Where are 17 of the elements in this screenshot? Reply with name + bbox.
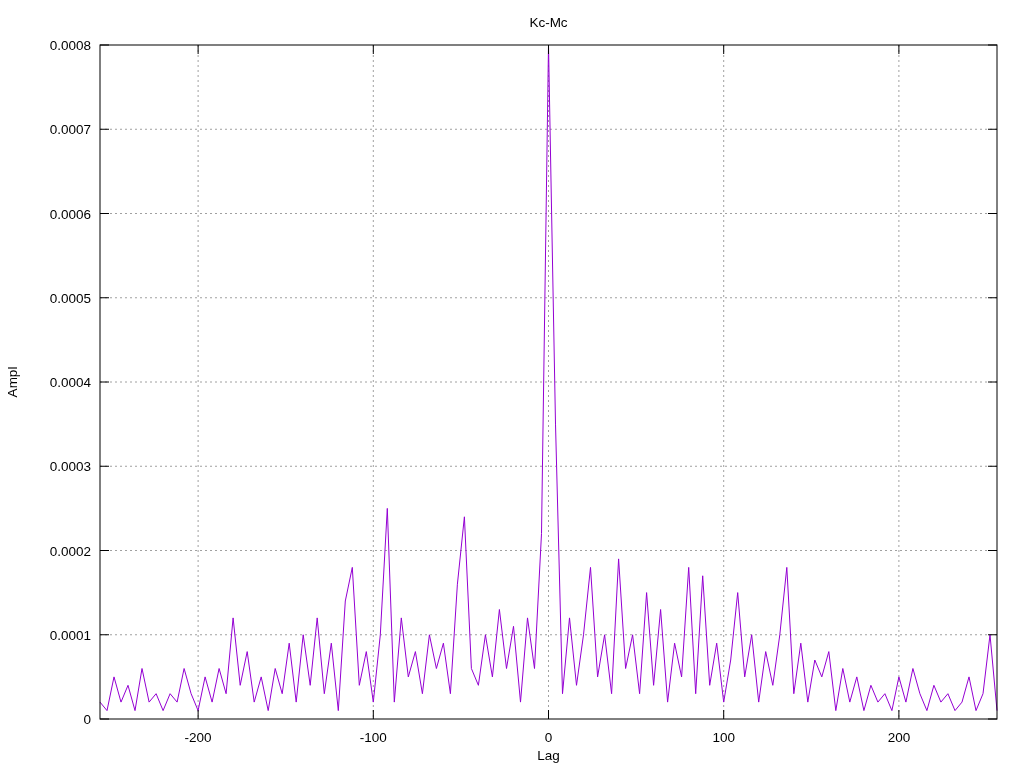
y-tick-label: 0 bbox=[83, 712, 91, 727]
y-tick-label: 0.0006 bbox=[49, 206, 91, 222]
x-tick-label: 100 bbox=[712, 730, 735, 745]
y-tick-label: 0.0004 bbox=[49, 375, 91, 390]
x-tick-label: 200 bbox=[887, 730, 911, 745]
x-tick-label: -100 bbox=[359, 730, 387, 745]
chart-title: Kc-Mc bbox=[529, 15, 568, 30]
x-tick-label: -200 bbox=[184, 730, 212, 745]
y-axis-label: Ampl bbox=[5, 366, 20, 398]
y-tick-label: 0.0001 bbox=[49, 627, 91, 643]
x-axis-label: Lag bbox=[537, 748, 560, 763]
y-tick-label: 0.0005 bbox=[49, 290, 91, 306]
y-tick-label: 0.0008 bbox=[49, 38, 91, 53]
y-tick-label: 0.0007 bbox=[49, 122, 91, 138]
x-tick-label: 0 bbox=[544, 730, 553, 745]
y-tick-label: 0.0002 bbox=[49, 543, 91, 559]
y-tick-label: 0.0003 bbox=[49, 459, 91, 475]
